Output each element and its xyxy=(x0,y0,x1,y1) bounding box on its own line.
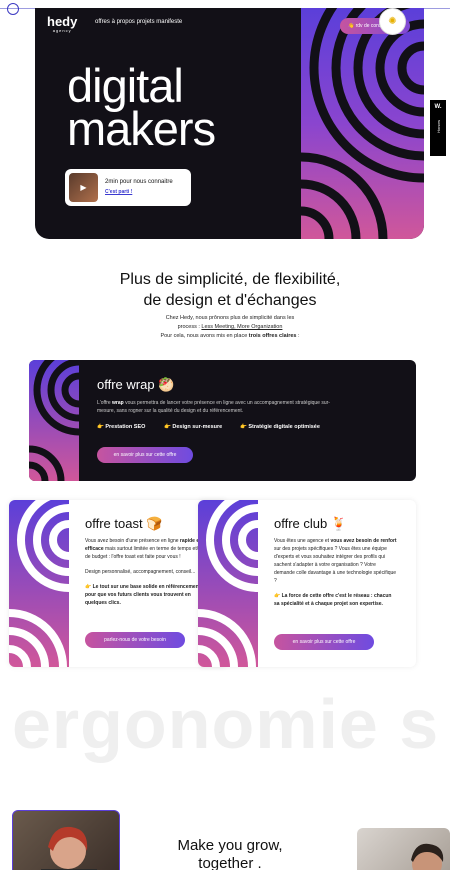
scrolling-banner-text: ergonomie s xyxy=(12,685,440,763)
theme-toggle-button[interactable]: ✺ xyxy=(379,8,406,35)
main-nav[interactable]: offres à propos projets manifeste xyxy=(95,19,182,25)
arcs-graphic xyxy=(301,8,424,239)
wrap-decoration xyxy=(29,360,79,481)
video-card-link[interactable]: C'est parti ! xyxy=(105,189,132,195)
offer-wrap-card: offre wrap 🥙 L'offre wrap vous permettra… xyxy=(29,360,416,481)
toast-title: offre toast 🍞 xyxy=(85,516,163,531)
brand-logo[interactable]: hedy agency xyxy=(47,15,77,34)
club-title: offre club 🍹 xyxy=(274,516,348,531)
club-decoration xyxy=(198,500,258,667)
cursor-icon xyxy=(7,3,19,15)
sun-icon: ✺ xyxy=(388,16,397,27)
toast-contact-button[interactable]: parlez-nous de votre besoin xyxy=(85,632,185,648)
toast-description: Vous avez besoin d'une présence en ligne… xyxy=(85,538,204,606)
intro-text: Chez Hedy, nous prônons plus de simplici… xyxy=(160,315,300,339)
offer-club-card: offre club 🍹 Vous êtes une agence et vou… xyxy=(198,500,416,667)
play-icon: ▶ xyxy=(80,183,87,192)
toast-decoration xyxy=(9,500,69,667)
wrap-title: offre wrap 🥙 xyxy=(97,377,175,392)
wrap-description: L'offre wrap vous permettra de lancer vo… xyxy=(97,400,330,414)
wrap-more-button[interactable]: en savoir plus sur cette offre xyxy=(97,447,193,463)
wrap-feature-strategy: 👉 Stratégie digitale optimisée xyxy=(240,424,320,430)
intro-title: Plus de simplicité, de flexibilité, de d… xyxy=(119,271,341,309)
hero-section: hedy agency offres à propos projets mani… xyxy=(35,8,424,239)
video-thumbnail[interactable]: ▶ xyxy=(69,173,98,202)
intro-link[interactable]: Less Meeting, More Organization xyxy=(201,324,282,330)
wrap-feature-design: 👉 Design sur-mesure xyxy=(164,424,223,430)
bottom-title: Make you grow, together . xyxy=(177,837,283,870)
hero-title: digital makers xyxy=(67,59,216,155)
video-card-text: 2min pour nous connaitre xyxy=(105,179,173,185)
wrap-feature-seo: 👉 Prestation SEO xyxy=(97,424,146,430)
club-description: Vous êtes une agence et vous avez besoin… xyxy=(274,538,397,607)
video-card[interactable]: ▶ 2min pour nous connaitre C'est parti ! xyxy=(65,169,191,206)
offer-toast-card: offre toast 🍞 Vous avez besoin d'une pré… xyxy=(9,500,227,667)
club-more-button[interactable]: en savoir plus sur cette offre xyxy=(274,634,374,650)
hero-decoration xyxy=(301,8,424,239)
awwwards-badge[interactable]: W. Honors xyxy=(430,100,446,156)
